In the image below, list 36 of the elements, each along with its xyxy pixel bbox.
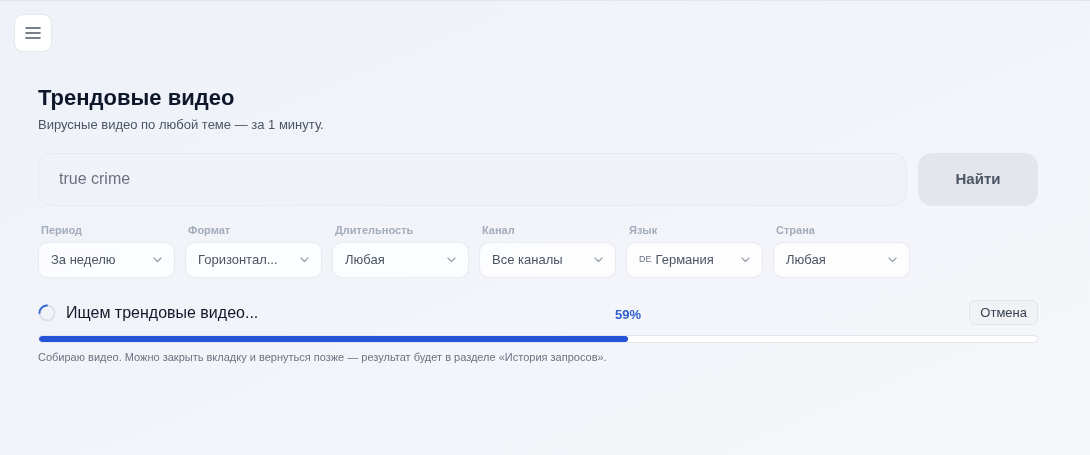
filter-label: Канал (482, 222, 516, 237)
filter-label: Язык (629, 222, 659, 237)
menu-icon (25, 27, 41, 39)
filter-label: Формат (188, 222, 232, 237)
filter-dropdown[interactable]: Горизонтал... (185, 241, 322, 278)
search-field[interactable]: true crime (38, 152, 907, 206)
dropdown-value: Любая (786, 250, 826, 269)
dropdown-value: Горизонтал... (198, 250, 278, 269)
cancel-button[interactable]: Отмена (969, 300, 1038, 325)
chevron-down-icon (594, 256, 603, 263)
filter-label: Длительность (335, 222, 415, 237)
chevron-down-icon (447, 256, 456, 263)
progress-note: Собираю видео. Можно закрыть вкладку и вернуться позже — результат будет в разделе «История запросов». (38, 349, 608, 365)
page-subtitle: Вирусные видео по любой теме — за 1 минуту. (38, 116, 325, 134)
filter-dropdown[interactable]: Любая (773, 241, 910, 278)
filter-dropdown[interactable]: Все каналы (479, 241, 616, 278)
chevron-down-icon (153, 256, 162, 263)
chevron-down-icon (741, 256, 750, 263)
filter-dropdown[interactable]: Любая (332, 241, 469, 278)
dropdown-value: Любая (345, 250, 385, 269)
status-text: Ищем трендовые видео... (66, 302, 259, 323)
filter-dropdown[interactable]: За неделю (38, 241, 175, 278)
menu-button[interactable] (14, 14, 52, 52)
spinner-icon (38, 303, 56, 322)
search-button[interactable]: Найти (918, 152, 1038, 206)
chevron-down-icon (888, 256, 897, 263)
filter-label: Страна (776, 222, 816, 237)
chevron-down-icon (300, 256, 309, 263)
dropdown-value: Германия (655, 250, 714, 269)
filter-dropdown[interactable]: DE Германия (626, 241, 763, 278)
dropdown-value: Все каналы (492, 250, 563, 269)
progress-percent: 59% (615, 305, 641, 324)
page-title: Трендовые видео (38, 84, 236, 112)
filter-label: Период (41, 222, 84, 237)
dropdown-value: За неделю (51, 250, 116, 269)
language-code: DE (639, 252, 652, 266)
